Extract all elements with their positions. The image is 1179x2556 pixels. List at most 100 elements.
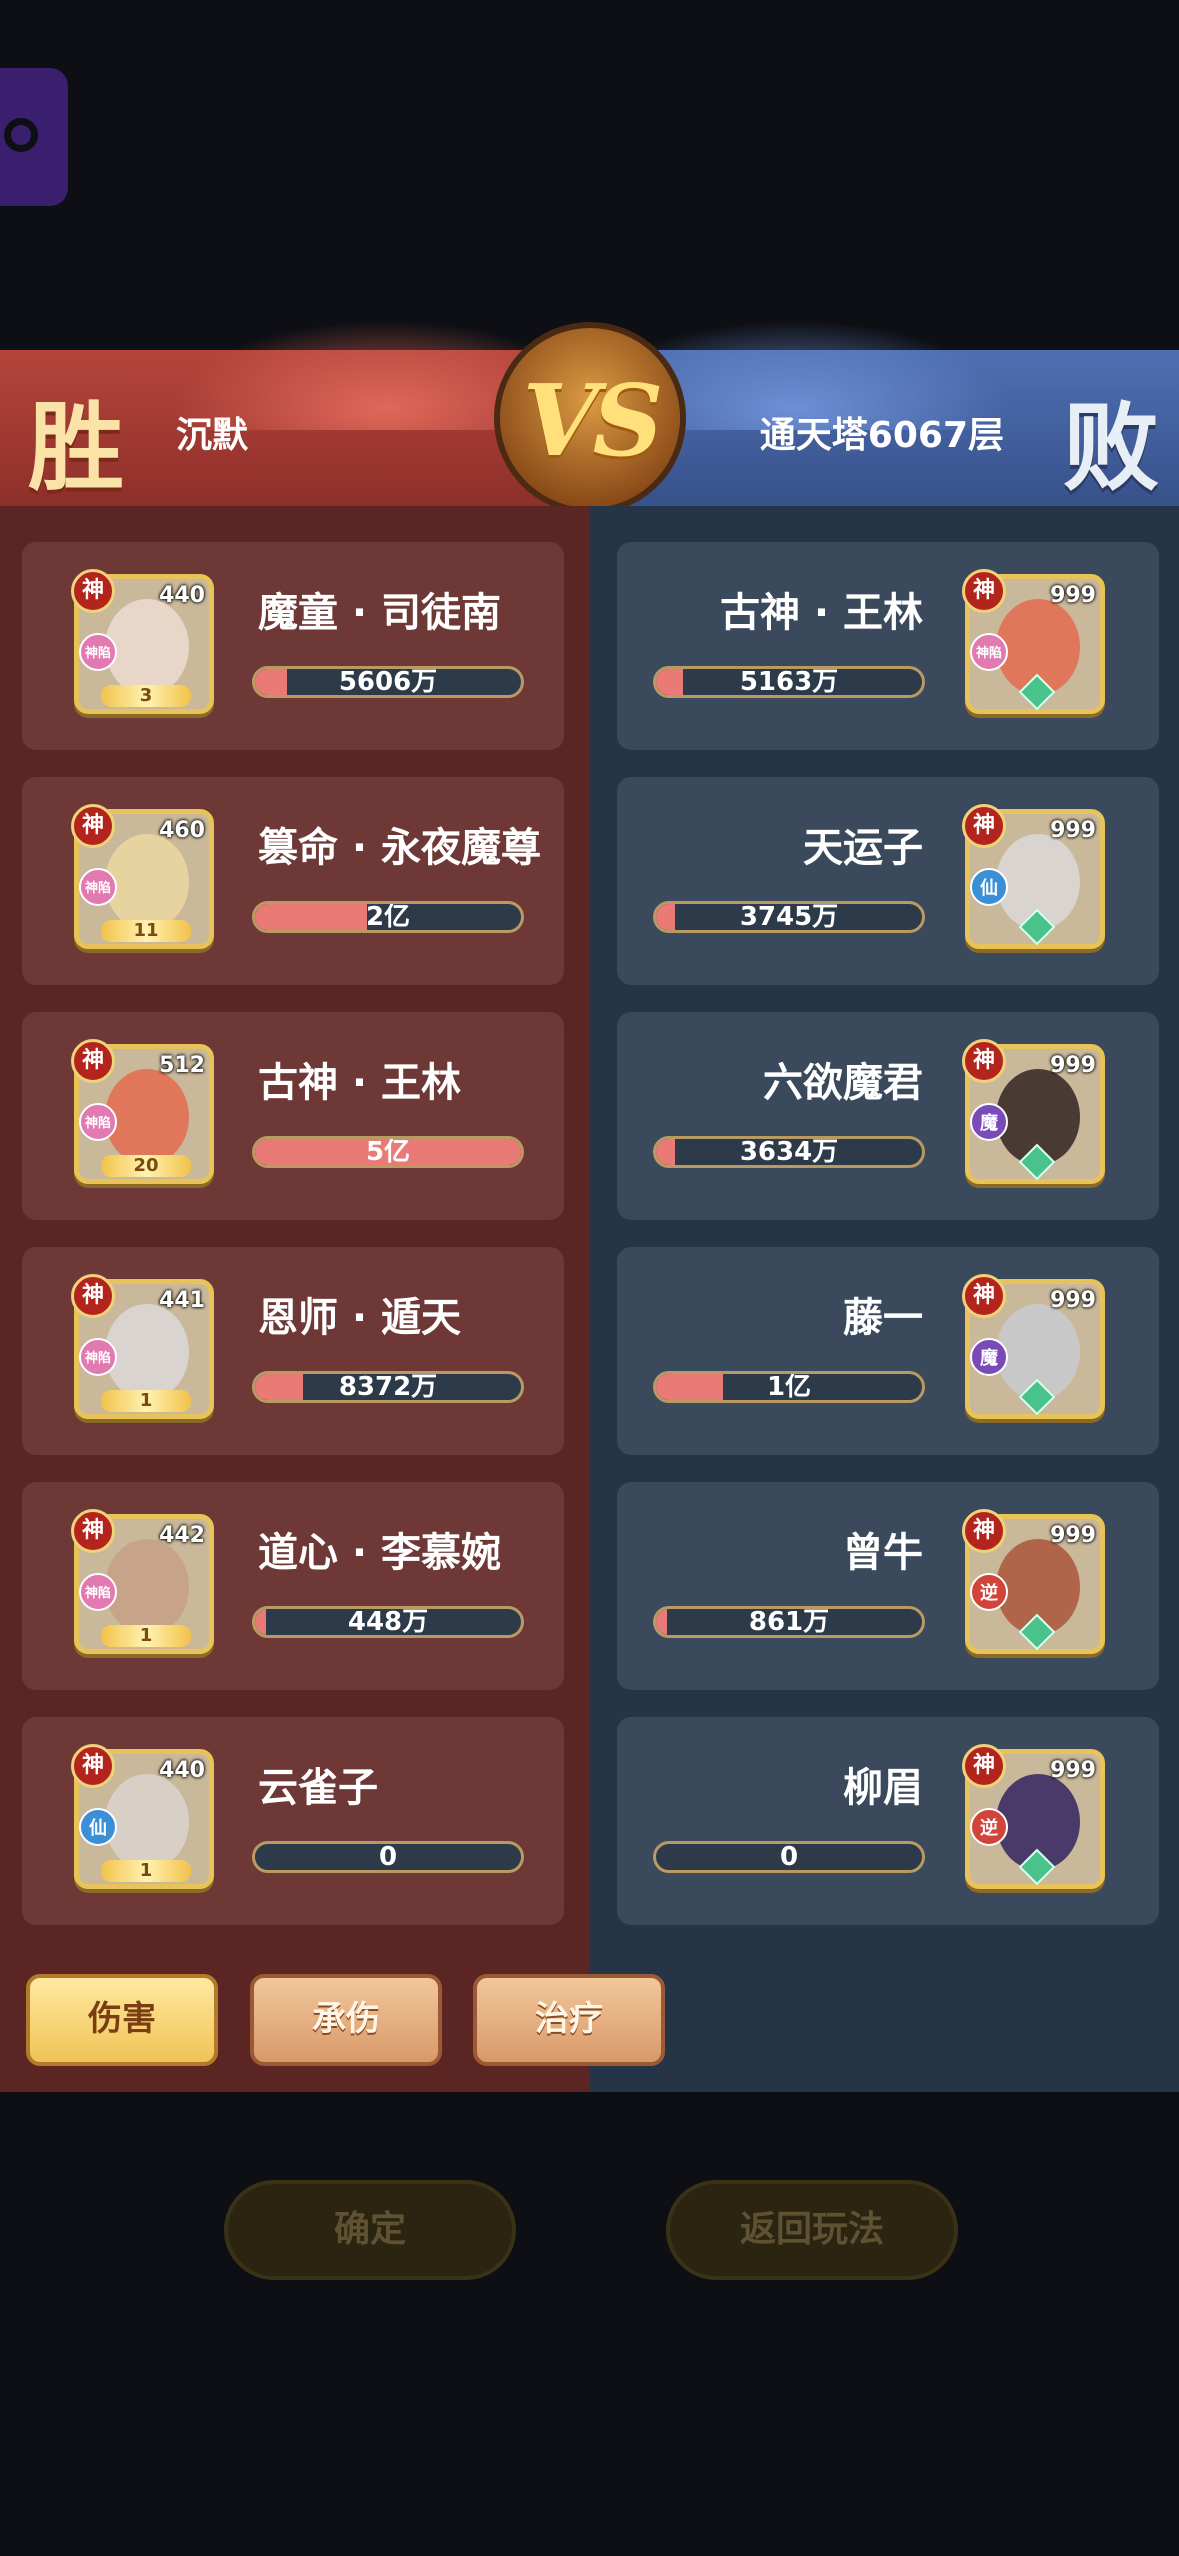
right-hero-card[interactable]: 神 999 逆 柳眉 0: [617, 1717, 1159, 1925]
hero-level: 999: [1050, 818, 1096, 843]
hero-name: 恩师 · 遁天: [258, 1295, 462, 1341]
faction-badge: 神陷: [79, 1103, 117, 1141]
damage-bar: 5163万: [653, 666, 925, 698]
right-player-name: 通天塔6067层: [759, 415, 1004, 456]
hero-avatar: [105, 1774, 189, 1870]
faction-badge: 神陷: [79, 868, 117, 906]
damage-bar: 3634万: [653, 1136, 925, 1168]
rank-badge: 神: [71, 804, 115, 848]
right-hero-card[interactable]: 神 999 魔 六欲魔君 3634万: [617, 1012, 1159, 1220]
star-rank: 20: [101, 1155, 191, 1177]
hero-portrait[interactable]: 神 999 逆: [962, 1744, 1105, 1889]
hero-name: 篡命 · 永夜魔尊: [258, 825, 542, 871]
damage-bar: 5606万: [252, 666, 524, 698]
damage-value: 5亿: [365, 1137, 411, 1167]
confirm-button[interactable]: 确定: [224, 2180, 516, 2280]
damage-bar: 8372万: [252, 1371, 524, 1403]
left-hero-card[interactable]: 神 440 仙 1 云雀子 0: [22, 1717, 564, 1925]
hero-portrait[interactable]: 神 999 魔: [962, 1274, 1105, 1419]
back-to-mode-button[interactable]: 返回玩法: [666, 2180, 958, 2280]
damage-value: 5163万: [739, 667, 839, 697]
hero-avatar: [105, 834, 189, 930]
hero-portrait[interactable]: 神 512 神陷 20: [71, 1039, 214, 1184]
left-hero-card[interactable]: 神 440 神陷 3 魔童 · 司徒南 5606万: [22, 542, 564, 750]
hero-portrait[interactable]: 神 440 仙 1: [71, 1744, 214, 1889]
hero-level: 442: [159, 1523, 205, 1548]
win-label: 胜: [28, 391, 124, 504]
left-hero-card[interactable]: 神 442 神陷 1 道心 · 李慕婉 448万: [22, 1482, 564, 1690]
rank-badge: 神: [71, 1509, 115, 1553]
star-rank: 1: [101, 1860, 191, 1882]
right-hero-card[interactable]: 神 999 逆 曾牛 861万: [617, 1482, 1159, 1690]
rank-badge: 神: [962, 1744, 1006, 1788]
right-hero-card[interactable]: 神 999 仙 天运子 3745万: [617, 777, 1159, 985]
hero-level: 999: [1050, 583, 1096, 608]
hero-portrait[interactable]: 神 441 神陷 1: [71, 1274, 214, 1419]
star-rank: 3: [101, 685, 191, 707]
damage-value: 0: [779, 1842, 799, 1872]
battle-result-header: 胜 沉默 通天塔6067层 败 VS: [0, 320, 1179, 508]
damage-bar: 448万: [252, 1606, 524, 1638]
damage-bar: 5亿: [252, 1136, 524, 1168]
rank-badge: 神: [71, 1274, 115, 1318]
left-hero-card[interactable]: 神 460 神陷 11 篡命 · 永夜魔尊 2亿: [22, 777, 564, 985]
rank-badge: 神: [962, 1039, 1006, 1083]
damage-value: 5606万: [338, 667, 438, 697]
hero-level: 999: [1050, 1523, 1096, 1548]
hero-name: 曾牛: [843, 1530, 923, 1576]
hero-name: 柳眉: [843, 1765, 923, 1811]
hero-avatar: [105, 1069, 189, 1165]
tab-damage[interactable]: 伤害: [26, 1974, 218, 2066]
damage-value: 8372万: [338, 1372, 438, 1402]
hero-portrait[interactable]: 神 440 神陷 3: [71, 569, 214, 714]
hero-level: 440: [159, 1758, 205, 1783]
faction-badge: 神陷: [970, 633, 1008, 671]
rank-badge: 神: [71, 1039, 115, 1083]
hero-name: 六欲魔君: [763, 1060, 923, 1106]
damage-bar: 3745万: [653, 901, 925, 933]
hero-name: 魔童 · 司徒南: [258, 590, 502, 636]
star-rank: 1: [101, 1390, 191, 1412]
hero-level: 440: [159, 583, 205, 608]
hero-level: 512: [159, 1053, 205, 1078]
damage-bar: 2亿: [252, 901, 524, 933]
hero-portrait[interactable]: 神 999 逆: [962, 1509, 1105, 1654]
hero-level: 460: [159, 818, 205, 843]
hero-portrait[interactable]: 神 460 神陷 11: [71, 804, 214, 949]
faction-badge: 魔: [970, 1103, 1008, 1141]
lose-label: 败: [1063, 391, 1159, 504]
hero-name: 藤一: [843, 1295, 923, 1341]
right-hero-card[interactable]: 神 999 魔 藤一 1亿: [617, 1247, 1159, 1455]
hero-portrait[interactable]: 神 999 神陷: [962, 569, 1105, 714]
vs-text: VS: [522, 364, 664, 479]
damage-value: 0: [378, 1842, 398, 1872]
menu-button[interactable]: [0, 68, 68, 206]
hero-portrait[interactable]: 神 999 魔: [962, 1039, 1105, 1184]
star-rank: 11: [101, 920, 191, 942]
tab-healing[interactable]: 治疗: [473, 1974, 665, 2066]
hero-name: 古神 · 王林: [258, 1060, 462, 1106]
damage-bar: 0: [653, 1841, 925, 1873]
hero-name: 道心 · 李慕婉: [258, 1530, 502, 1576]
damage-bar: 861万: [653, 1606, 925, 1638]
faction-badge: 仙: [970, 868, 1008, 906]
damage-value: 2亿: [365, 902, 411, 932]
hero-name: 云雀子: [258, 1765, 378, 1811]
right-hero-card[interactable]: 神 999 神陷 古神 · 王林 5163万: [617, 542, 1159, 750]
damage-value: 1亿: [766, 1372, 812, 1402]
damage-value: 861万: [748, 1607, 830, 1637]
rank-badge: 神: [71, 569, 115, 613]
tab-damage-taken[interactable]: 承伤: [250, 1974, 442, 2066]
rank-badge: 神: [962, 569, 1006, 613]
hero-portrait[interactable]: 神 442 神陷 1: [71, 1509, 214, 1654]
hero-level: 441: [159, 1288, 205, 1313]
left-hero-card[interactable]: 神 441 神陷 1 恩师 · 遁天 8372万: [22, 1247, 564, 1455]
hero-avatar: [105, 1539, 189, 1635]
hero-portrait[interactable]: 神 999 仙: [962, 804, 1105, 949]
damage-value: 3745万: [739, 902, 839, 932]
hero-name: 古神 · 王林: [719, 590, 923, 636]
record-icon: [4, 118, 38, 152]
left-hero-card[interactable]: 神 512 神陷 20 古神 · 王林 5亿: [22, 1012, 564, 1220]
faction-badge: 仙: [79, 1808, 117, 1846]
damage-value: 448万: [347, 1607, 429, 1637]
